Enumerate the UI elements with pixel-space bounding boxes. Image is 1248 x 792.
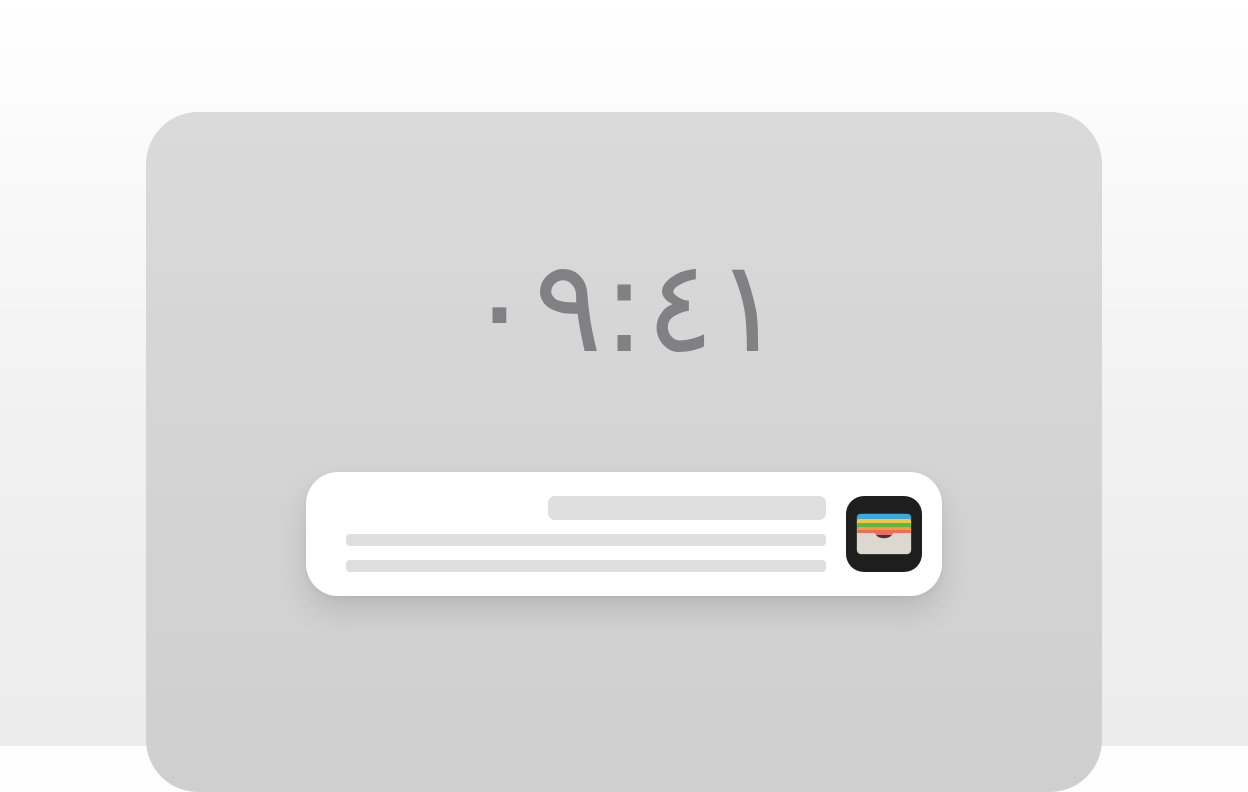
wallet-notification[interactable] — [306, 472, 942, 596]
lock-screen-time: ٠٩:٤١ — [464, 233, 784, 382]
notification-body-placeholder-line-1 — [346, 534, 826, 546]
notification-body-placeholder-line-2 — [346, 560, 826, 572]
wallet-icon — [846, 496, 922, 572]
lock-screen: ٠٩:٤١ — [146, 112, 1102, 792]
notification-title-placeholder — [548, 496, 826, 520]
